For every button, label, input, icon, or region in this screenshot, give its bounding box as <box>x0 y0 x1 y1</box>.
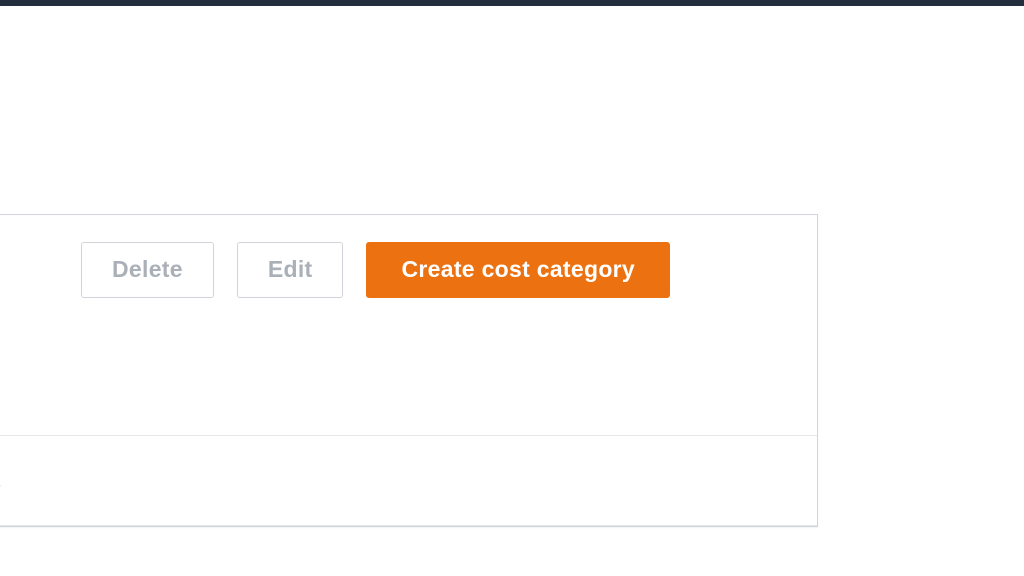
section-header: e category costs <box>0 436 817 526</box>
top-nav-bar <box>0 0 1024 6</box>
section-title: e category costs <box>0 466 797 497</box>
cost-categories-panel: Delete Edit Create cost category e categ… <box>0 214 818 527</box>
create-cost-category-button[interactable]: Create cost category <box>366 242 670 298</box>
delete-button[interactable]: Delete <box>81 242 214 298</box>
panel-toolbar: Delete Edit Create cost category <box>0 215 817 325</box>
edit-button[interactable]: Edit <box>237 242 344 298</box>
